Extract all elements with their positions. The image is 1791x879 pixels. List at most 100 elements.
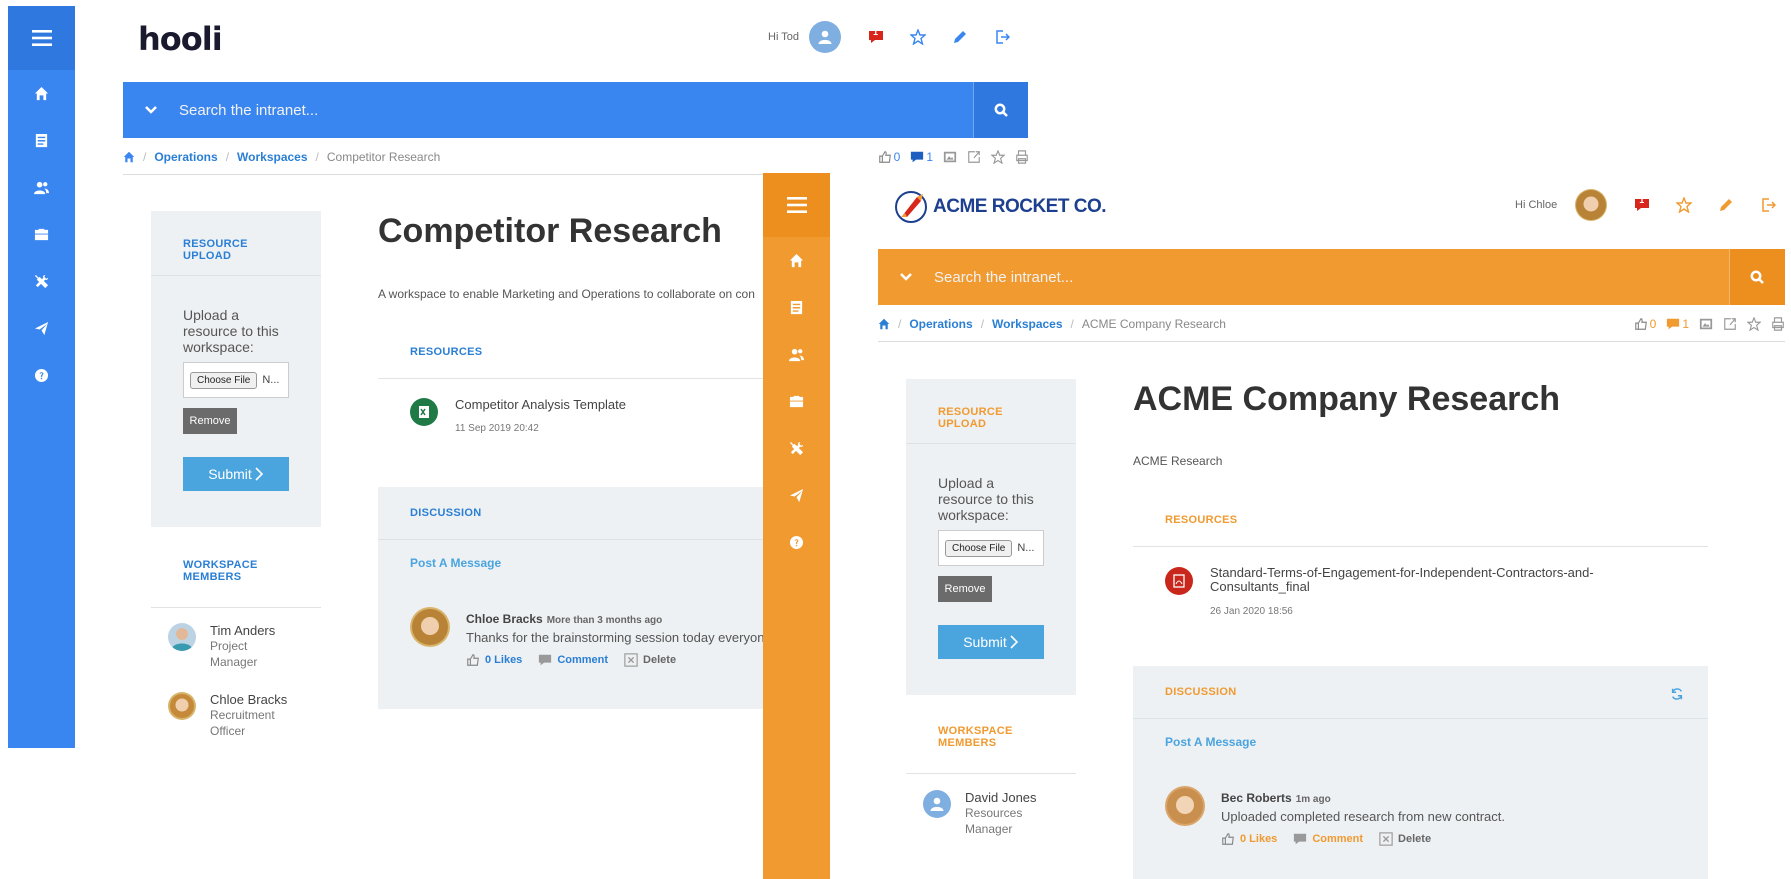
like-button[interactable]: 0 Likes [1221,832,1277,846]
comment-button[interactable]: Comment [1293,832,1363,846]
chevron-down-icon[interactable] [878,270,934,284]
member-item[interactable]: David Jones Resources Manager [923,790,1037,837]
briefcase-icon[interactable] [8,211,75,258]
comment-tool[interactable]: 1 [1666,317,1689,331]
briefcase-icon[interactable] [763,378,830,425]
pencil-icon[interactable] [949,26,971,48]
home-icon[interactable] [763,237,830,284]
avatar[interactable] [1575,189,1608,221]
document-icon[interactable] [763,284,830,331]
share-icon[interactable] [967,150,981,164]
hooli-logo[interactable]: hooli [138,20,223,58]
star-icon[interactable] [907,26,929,48]
avatar[interactable] [808,21,841,53]
page-description: ACME Research [1133,454,1223,468]
favourite-icon[interactable] [991,149,1005,164]
like-tool[interactable]: 0 [1634,317,1656,331]
send-icon[interactable] [8,305,75,352]
logout-icon[interactable] [991,26,1013,48]
message-actions: 0 Likes Comment Delete [466,653,692,667]
post-message-link[interactable]: Post A Message [1165,735,1256,749]
file-name: N... [262,374,280,386]
acme-logo[interactable]: ACME ROCKET CO. [893,189,1107,225]
image-icon[interactable] [1699,317,1713,331]
remove-button[interactable]: Remove [938,576,992,602]
tools-icon[interactable] [763,425,830,472]
resource-link[interactable]: Competitor Analysis Template [455,398,626,412]
acme-upload-panel: RESOURCE UPLOAD Upload a resource to thi… [906,379,1076,695]
people-icon[interactable] [8,164,75,211]
search-input[interactable]: Search the intranet... [934,269,1729,286]
member-item[interactable]: Tim Anders Project Manager [168,623,280,670]
greeting: Hi Chloe [1515,199,1558,211]
menu-icon[interactable] [8,6,75,70]
search-icon [994,103,1008,117]
send-icon[interactable] [763,472,830,519]
member-item[interactable]: Chloe Bracks Recruitment Officer [168,692,287,739]
document-icon[interactable] [8,117,75,164]
home-crumb-icon[interactable] [878,318,890,330]
image-icon[interactable] [943,150,957,164]
home-crumb-icon[interactable] [123,151,135,163]
people-icon[interactable] [763,331,830,378]
pencil-icon[interactable] [1715,194,1737,216]
comment-label: Comment [1312,833,1364,845]
thumbs-up-icon [467,654,479,666]
choose-file-button[interactable]: Choose File [190,371,258,389]
notification-icon[interactable]: 1 [1631,194,1653,216]
menu-icon[interactable] [763,173,830,237]
logout-icon[interactable] [1757,194,1779,216]
breadcrumb-current: ACME Company Research [1081,316,1226,331]
star-icon[interactable] [1673,194,1695,216]
message-time: More than 3 months ago [546,615,663,626]
excel-file-icon [410,398,438,426]
submit-button[interactable]: Submit [938,625,1044,659]
print-icon[interactable] [1771,316,1785,331]
breadcrumb-workspaces[interactable]: Workspaces [237,150,307,164]
search-input[interactable]: Search the intranet... [179,102,973,119]
resource-date: 26 Jan 2020 18:56 [1210,606,1293,617]
comment-icon [1294,833,1307,845]
tools-icon[interactable] [8,258,75,305]
delete-button[interactable]: Delete [624,653,676,667]
share-icon[interactable] [1723,317,1737,331]
hooli-user-toolbar: Hi Tod 1 [768,21,1013,53]
search-icon [1750,270,1764,284]
file-input[interactable]: Choose File N... [938,530,1044,566]
acme-wordmark: ACME ROCKET CO. [933,196,1107,217]
print-icon[interactable] [1015,149,1028,164]
comment-button[interactable]: Comment [538,653,608,667]
acme-sidebar-rail [763,173,830,879]
acme-window: ACME ROCKET CO. Hi Chloe 1 Search the in… [763,173,1785,879]
choose-file-button[interactable]: Choose File [945,539,1013,557]
comment-tool[interactable]: 1 [910,150,933,164]
refresh-icon[interactable] [1670,687,1684,701]
delete-button[interactable]: Delete [1379,832,1431,846]
chevron-down-icon[interactable] [123,103,179,117]
file-input[interactable]: Choose File N... [183,362,289,398]
home-icon[interactable] [8,70,75,117]
resource-link[interactable]: Standard-Terms-of-Engagement-for-Indepen… [1210,566,1630,594]
help-icon[interactable] [8,352,75,399]
resource-date: 11 Sep 2019 20:42 [455,423,539,434]
like-tool[interactable]: 0 [878,150,900,164]
chevron-right-icon [255,467,263,481]
page-tools: 0 1 [1634,316,1785,331]
search-button[interactable] [1729,249,1785,305]
hooli-breadcrumb: / Operations / Workspaces / Competitor R… [123,139,1028,175]
breadcrumb-workspaces[interactable]: Workspaces [992,317,1062,331]
remove-button[interactable]: Remove [183,408,237,434]
post-message-link[interactable]: Post A Message [410,556,501,570]
like-button[interactable]: 0 Likes [466,653,522,667]
breadcrumb-operations[interactable]: Operations [154,150,217,164]
hooli-discussion-panel: DISCUSSION Post A Message Chloe Bracks Mo… [378,487,778,709]
message-author: Bec Roberts 1m ago [1221,791,1331,805]
breadcrumb-operations[interactable]: Operations [909,317,972,331]
submit-label: Submit [208,466,252,482]
author-name: Chloe Bracks [466,612,543,626]
notification-icon[interactable]: 1 [865,26,887,48]
submit-button[interactable]: Submit [183,457,289,491]
favourite-icon[interactable] [1747,316,1761,331]
search-button[interactable] [973,82,1028,138]
help-icon[interactable] [763,519,830,566]
